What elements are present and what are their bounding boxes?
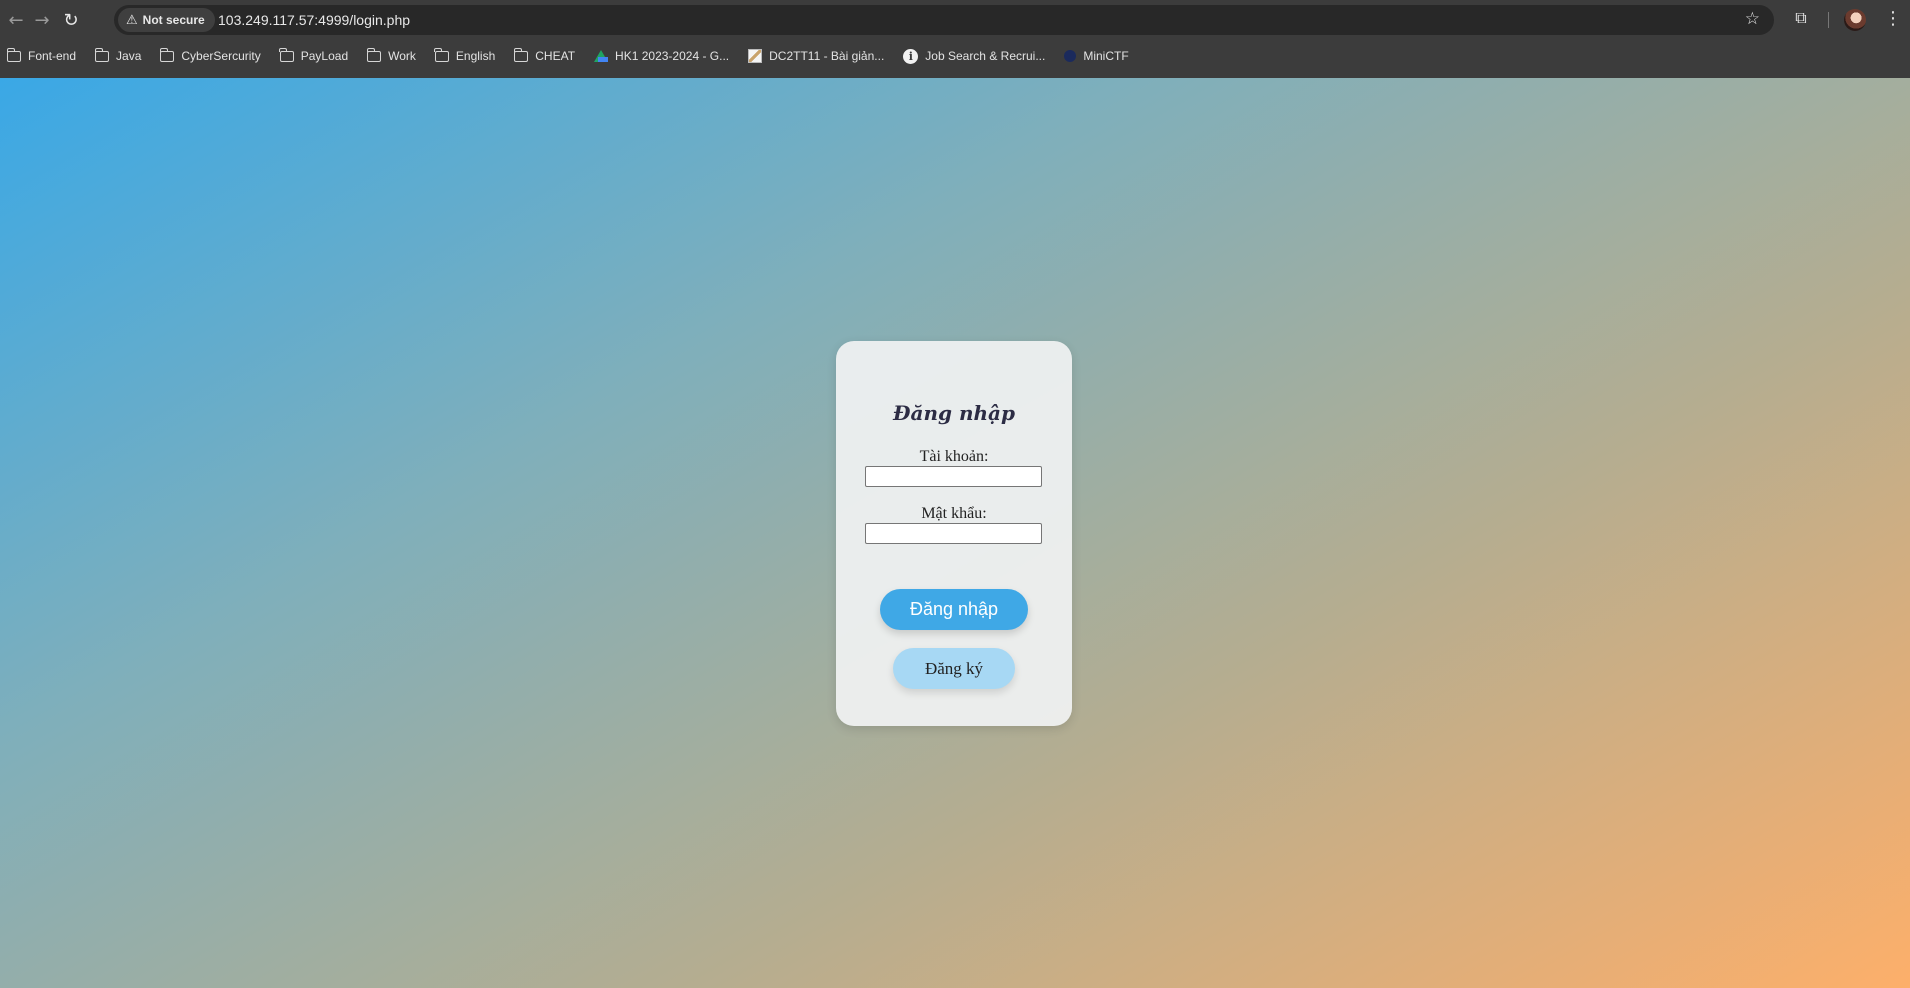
bookmark-label: DC2TT11 - Bài giản... — [769, 49, 885, 63]
login-button[interactable]: Đăng nhập — [880, 589, 1028, 630]
bookmark-dc2tt11[interactable]: DC2TT11 - Bài giản... — [748, 49, 884, 63]
address-bar[interactable]: ⚠ Not secure 103.249.117.57:4999/login.p… — [114, 5, 1774, 35]
folder-icon — [94, 47, 110, 62]
folder-icon — [159, 47, 175, 62]
login-title: Đăng nhập — [893, 401, 1015, 425]
bookmark-folder-cybersecurity[interactable]: CyberSercurity — [159, 47, 261, 63]
url-text[interactable]: 103.249.117.57:4999/login.php — [218, 12, 410, 28]
bookmark-hk1[interactable]: HK1 2023-2024 - G... — [594, 49, 729, 63]
browser-chrome: ← → ↻ ⚠ Not secure 103.249.117.57:4999/l… — [0, 0, 1910, 78]
bookmark-label: MiniCTF — [1083, 49, 1129, 63]
toolbar-divider — [1828, 12, 1829, 28]
google-drive-icon — [594, 50, 609, 62]
password-input[interactable] — [865, 523, 1042, 544]
bookmark-label: English — [455, 49, 496, 63]
bookmark-label: PayLoad — [300, 49, 349, 63]
back-arrow-icon[interactable]: ← — [4, 8, 28, 32]
bookmark-star-icon[interactable]: ☆ — [1745, 9, 1760, 29]
profile-avatar[interactable] — [1844, 9, 1866, 31]
bookmark-minictf[interactable]: MiniCTF — [1064, 49, 1129, 63]
page-background: Đăng nhập Tài khoản: Mật khẩu: Đăng nhập… — [0, 78, 1910, 988]
folder-icon — [279, 47, 294, 62]
warning-icon: ⚠ — [126, 12, 138, 28]
ctf-icon — [1064, 50, 1077, 62]
bookmarks-bar: Font-end Java CyberSercurity PayLoad Wor… — [0, 42, 1910, 70]
username-label: Tài khoản: — [919, 448, 989, 465]
folder-icon — [366, 47, 382, 62]
bookmark-label: Work — [388, 49, 416, 63]
document-icon — [748, 49, 763, 63]
bookmark-folder-font-end[interactable]: Font-end — [6, 47, 77, 63]
username-input[interactable] — [865, 466, 1042, 487]
password-label: Mật khẩu: — [921, 505, 987, 522]
folder-icon — [513, 47, 529, 62]
reload-icon[interactable]: ↻ — [59, 8, 83, 32]
extensions-icon[interactable]: ⧉ — [1790, 8, 1812, 30]
folder-icon — [434, 47, 449, 62]
browser-menu-icon[interactable]: ⋮ — [1884, 8, 1902, 32]
bookmark-label: Job Search & Recrui... — [925, 49, 1046, 63]
register-button[interactable]: Đăng ký — [893, 648, 1015, 689]
bookmark-label: CyberSercurity — [181, 49, 261, 63]
login-card: Đăng nhập Tài khoản: Mật khẩu: Đăng nhập… — [836, 341, 1072, 726]
bookmark-label: HK1 2023-2024 - G... — [615, 49, 730, 63]
bookmark-label: CHEAT — [535, 49, 576, 63]
browser-toolbar: ← → ↻ ⚠ Not secure 103.249.117.57:4999/l… — [0, 0, 1910, 40]
security-label: Not secure — [142, 13, 205, 27]
bookmark-folder-cheat[interactable]: CHEAT — [513, 47, 576, 63]
bookmark-folder-payload[interactable]: PayLoad — [279, 47, 349, 63]
bookmark-label: Java — [116, 49, 142, 63]
folder-icon — [6, 47, 21, 62]
security-chip[interactable]: ⚠ Not secure — [118, 8, 215, 32]
bookmark-folder-english[interactable]: English — [434, 47, 496, 63]
bookmark-folder-work[interactable]: Work — [366, 47, 416, 63]
info-icon: i — [903, 48, 919, 64]
bookmark-label: Font-end — [28, 49, 77, 63]
forward-arrow-icon[interactable]: → — [30, 8, 54, 32]
bookmark-folder-java[interactable]: Java — [94, 47, 142, 63]
bookmark-job-search[interactable]: i Job Search & Recrui... — [903, 48, 1046, 64]
